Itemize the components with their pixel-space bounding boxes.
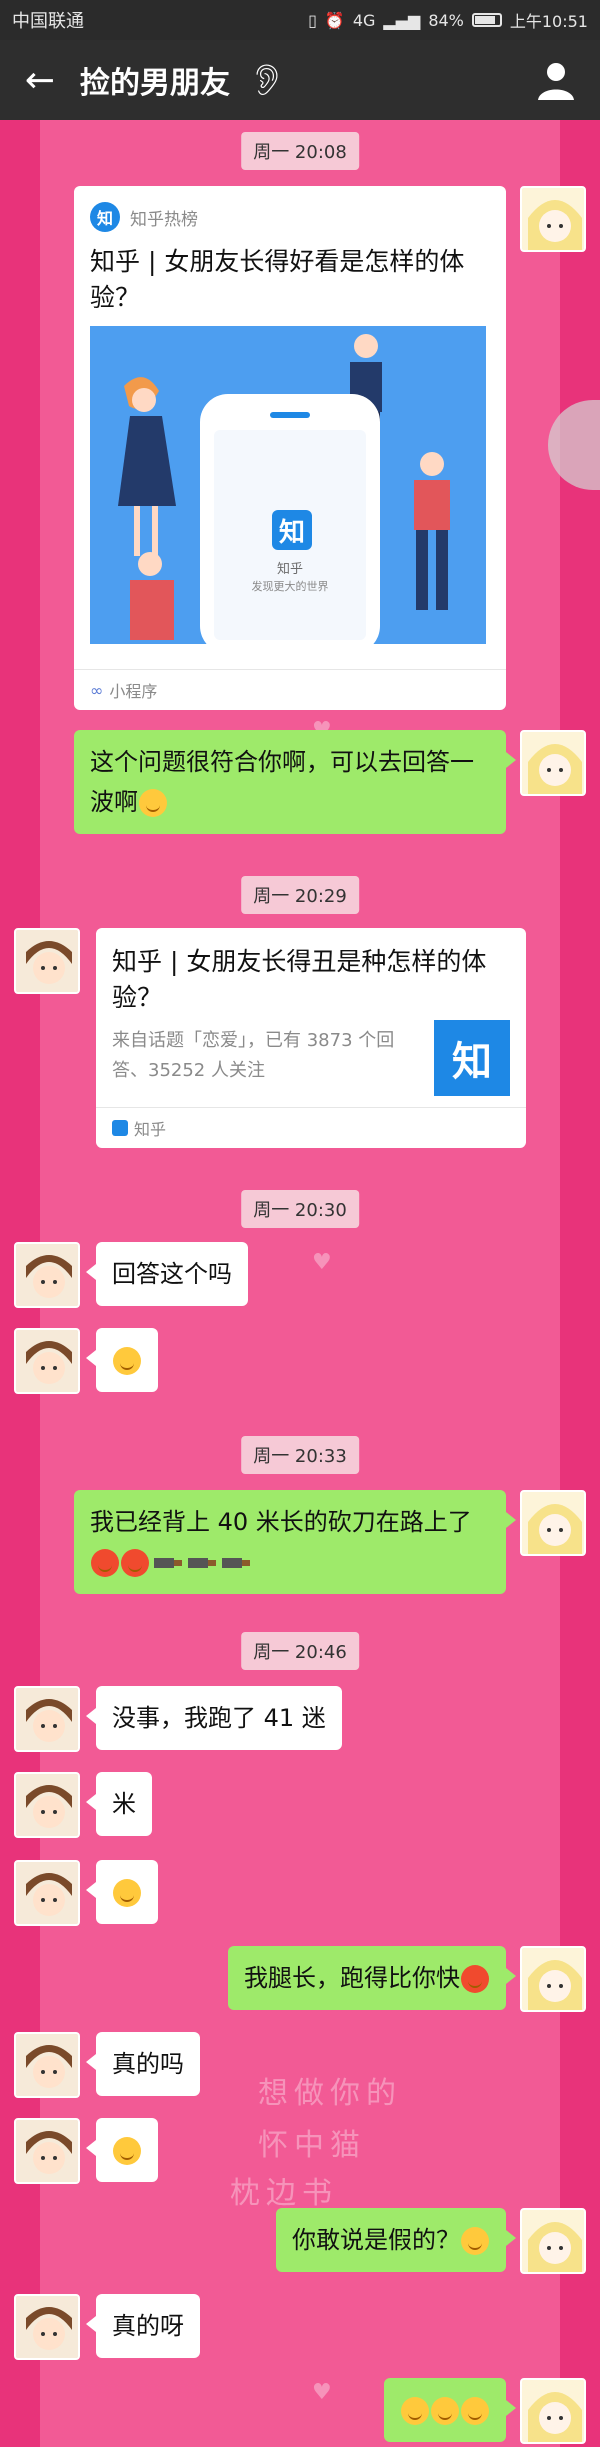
smile-emoji-icon	[113, 1879, 141, 1907]
message-bubble-received[interactable]: 真的呀	[86, 2294, 200, 2358]
knife-emoji-icon	[222, 1558, 250, 1568]
avatar-self[interactable]	[520, 1946, 586, 2012]
mini-program-icon: ∞	[90, 680, 104, 700]
card-source: 知 知乎热榜	[74, 186, 506, 238]
avatar-contact[interactable]	[14, 2294, 80, 2360]
message-text: 你敢说是假的？	[292, 2226, 460, 2254]
status-bar: 中国联通 ▯ ⏰ 4G ▂▄▆ 84% 上午10:51	[0, 0, 600, 40]
timestamp: 周一 20:46	[241, 1632, 359, 1670]
float-window-handle[interactable]	[548, 400, 600, 490]
knife-emoji-icon	[154, 1558, 182, 1568]
zhihu-small-icon	[112, 1120, 128, 1136]
avatar-self[interactable]	[520, 2378, 586, 2444]
zhihu-app-icon: 知	[272, 510, 312, 550]
avatar-contact[interactable]	[14, 1686, 80, 1752]
smirk-emoji-icon	[431, 2397, 459, 2425]
message-text: 真的呀	[112, 2312, 184, 2340]
message-bubble-sent[interactable]: 我腿长，跑得比你快	[228, 1946, 516, 2010]
smirk-emoji-icon	[461, 2227, 489, 2255]
system-icons: ▯ ⏰ 4G ▂▄▆ 84% 上午10:51	[308, 8, 588, 32]
smile-emoji-icon	[113, 2137, 141, 2165]
app-slogan: 发现更大的世界	[251, 580, 329, 593]
chat-header: ← 捡的男朋友 👂︎	[0, 40, 600, 120]
man-figure-icon	[130, 552, 174, 640]
alarm-icon: ⏰	[324, 10, 345, 30]
grin-emoji-icon	[113, 1347, 141, 1375]
heart-icon: ♥	[312, 1250, 332, 1275]
profile-icon[interactable]	[534, 58, 578, 102]
fire-emoji-icon	[121, 1549, 149, 1577]
battery-percent: 84%	[428, 10, 464, 30]
app-name: 知乎	[276, 562, 303, 577]
background-text: 怀中猫	[258, 2128, 366, 2163]
mini-program-card[interactable]: 知 知乎热榜 知乎 | 女朋友长得好看是怎样的体验？ 知 知乎 发现更大的世界 …	[74, 186, 506, 710]
signal-icon: ▂▄▆	[383, 10, 421, 30]
message-bubble-received[interactable]: 真的吗	[86, 2032, 200, 2096]
avatar-contact[interactable]	[14, 1860, 80, 1926]
message-text: 米	[112, 1790, 136, 1818]
message-bubble-sent[interactable]: 你敢说是假的？	[276, 2208, 516, 2272]
heart-icon: ♥	[312, 2380, 332, 2405]
timestamp: 周一 20:30	[241, 1190, 359, 1228]
message-bubble-received[interactable]	[86, 2118, 158, 2182]
background-text: 枕边书	[230, 2176, 338, 2211]
card-source-label: 知乎热榜	[130, 209, 198, 230]
message-bubble-received[interactable]: 米	[86, 1772, 152, 1836]
timestamp: 周一 20:08	[241, 132, 359, 170]
phone-illustration: 知 知乎 发现更大的世界	[200, 394, 380, 644]
message-text: 我已经背上 40 米长的砍刀在路上了	[90, 1508, 472, 1536]
avatar-self[interactable]	[520, 730, 586, 796]
card-thumbnail: 知	[434, 1020, 510, 1096]
card-footer: ∞ 小程序	[74, 669, 506, 710]
message-bubble-received[interactable]: 回答这个吗	[86, 1242, 248, 1306]
avatar-contact[interactable]	[14, 1242, 80, 1308]
message-bubble-received[interactable]	[86, 1328, 158, 1392]
timestamp: 周一 20:29	[241, 876, 359, 914]
card-title: 知乎 | 女朋友长得丑是种怎样的体验？	[112, 947, 487, 1012]
clock: 上午10:51	[509, 12, 588, 31]
carrier-label: 中国联通	[12, 11, 84, 32]
back-arrow-icon[interactable]: ←	[0, 40, 80, 120]
card-title: 知乎 | 女朋友长得好看是怎样的体验？	[90, 247, 465, 312]
message-bubble-sent[interactable]	[384, 2378, 516, 2442]
avatar-contact[interactable]	[14, 2032, 80, 2098]
avatar-contact[interactable]	[14, 2118, 80, 2184]
fire-emoji-icon	[91, 1549, 119, 1577]
message-text: 没事，我跑了 41 迷	[112, 1704, 326, 1732]
message-text: 我腿长，跑得比你快	[244, 1964, 460, 1992]
woman-figure-icon	[118, 377, 176, 556]
angry-emoji-icon	[461, 1965, 489, 1993]
card-description: 来自话题「恋爱」，已有 3873 个回答、35252 人关注	[112, 1030, 395, 1081]
smirk-emoji-icon	[461, 2397, 489, 2425]
link-card[interactable]: 知乎 | 女朋友长得丑是种怎样的体验？ 来自话题「恋爱」，已有 3873 个回答…	[96, 928, 526, 1148]
chat-title: 捡的男朋友	[80, 66, 230, 101]
avatar-self[interactable]	[520, 1490, 586, 1556]
card-footer-label: 小程序	[109, 682, 158, 701]
avatar-contact[interactable]	[14, 928, 80, 994]
vibrate-icon: ▯	[308, 10, 317, 30]
message-text: 回答这个吗	[112, 1260, 232, 1288]
knife-emoji-icon	[188, 1558, 216, 1568]
network-type: 4G	[352, 10, 376, 30]
avatar-contact[interactable]	[14, 1772, 80, 1838]
smirk-emoji-icon	[401, 2397, 429, 2425]
message-text: 真的吗	[112, 2050, 184, 2078]
message-bubble-received[interactable]	[86, 1860, 158, 1924]
zhihu-logo-icon: 知	[90, 202, 120, 232]
battery-icon	[471, 13, 502, 27]
message-bubble-sent[interactable]: 我已经背上 40 米长的砍刀在路上了	[74, 1490, 516, 1594]
message-bubble-sent[interactable]: 这个问题很符合你啊，可以去回答一波啊	[74, 730, 516, 834]
ear-icon[interactable]: 👂︎	[248, 63, 286, 98]
avatar-contact[interactable]	[14, 1328, 80, 1394]
timestamp: 周一 20:33	[241, 1436, 359, 1474]
grin-emoji-icon	[139, 789, 167, 817]
avatar-self[interactable]	[520, 186, 586, 252]
background-text: 想做你的	[258, 2076, 402, 2111]
card-footer: 知乎	[96, 1107, 526, 1148]
card-footer-label: 知乎	[134, 1120, 167, 1139]
avatar-self[interactable]	[520, 2208, 586, 2274]
card-illustration: 知 知乎 发现更大的世界	[90, 326, 486, 644]
man-figure-icon	[414, 452, 450, 610]
message-bubble-received[interactable]: 没事，我跑了 41 迷	[86, 1686, 342, 1750]
